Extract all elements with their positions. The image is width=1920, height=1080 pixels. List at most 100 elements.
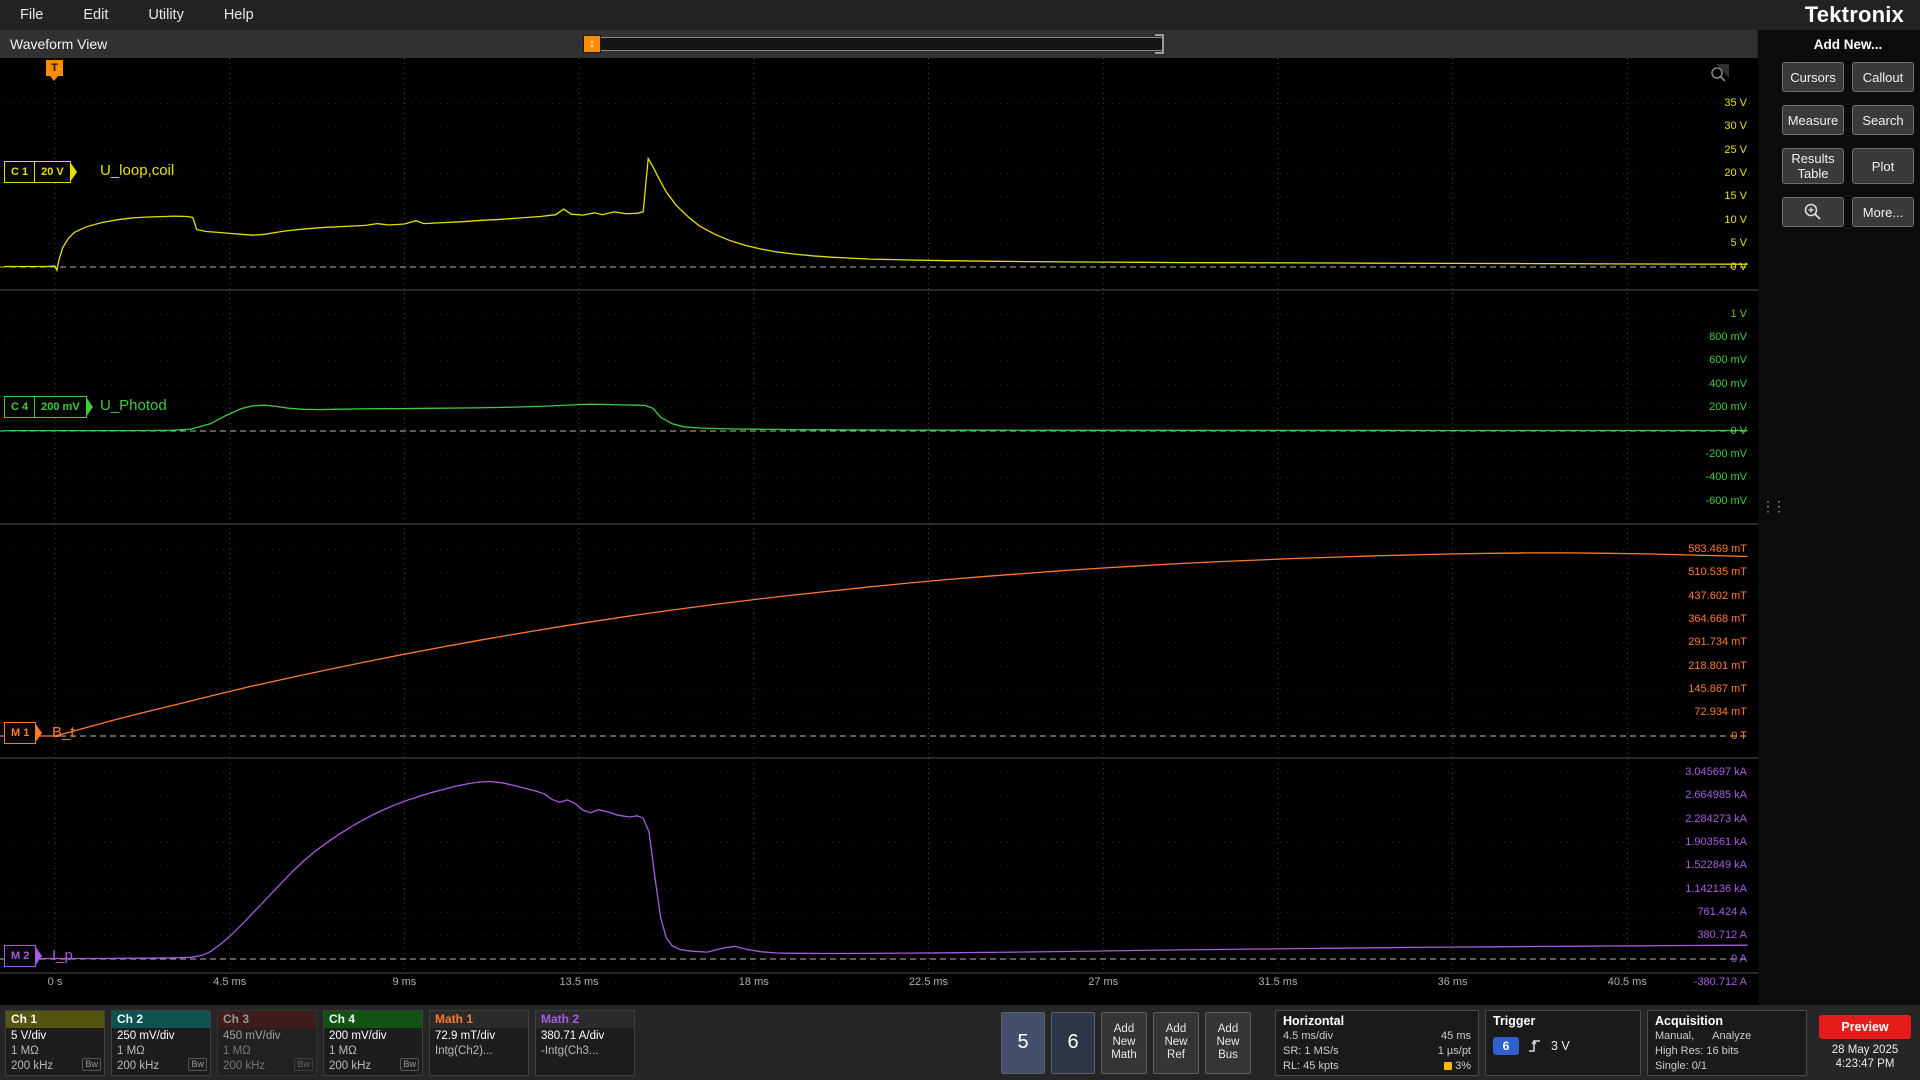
- trace-m1: [4, 552, 1748, 737]
- trace-m2: [4, 780, 1748, 960]
- acquisition-resolution: High Res: 16 bits: [1655, 1044, 1739, 1057]
- drag-handle-icon[interactable]: ⋮⋮: [1761, 498, 1786, 515]
- math-scale: 72.9 mT/div: [435, 1029, 496, 1042]
- time-label: 4:23:47 PM: [1835, 1057, 1895, 1070]
- channel-badge-c1[interactable]: C 1 20 V: [4, 161, 71, 183]
- trigger-position-marker[interactable]: T: [46, 60, 63, 81]
- channel-card-header: Ch 2: [112, 1010, 210, 1028]
- main-area: Waveform View ↕ 35 V 30 V 25 V 20 V 15 V 10 V…: [0, 30, 1920, 1005]
- channel-5-button[interactable]: 5: [1001, 1011, 1045, 1074]
- plot-button[interactable]: Plot: [1852, 148, 1914, 184]
- horizontal-position-icon: [1444, 1061, 1453, 1070]
- menu-bar: File Edit Utility Help Tektronix: [0, 0, 1920, 30]
- math-card-header: Math 1: [430, 1010, 528, 1028]
- trace-c4: [4, 403, 1748, 432]
- bandwidth-limit-icon: Bw: [188, 1057, 207, 1071]
- channel-scale-label: 20 V: [34, 162, 70, 182]
- acquisition-analyze: Analyze: [1712, 1029, 1752, 1042]
- horizontal-title: Horizontal: [1283, 1013, 1345, 1028]
- waveform-view-titlebar: Waveform View ↕: [0, 30, 1757, 59]
- menu-edit[interactable]: Edit: [83, 7, 108, 23]
- zoom-handle-icon[interactable]: ↕: [583, 35, 601, 53]
- sidebar-buttons: Cursors Callout Measure Search Results T…: [1782, 62, 1914, 227]
- add-new-math-button[interactable]: Add New Math: [1101, 1011, 1147, 1074]
- channel-card-header: Ch 3: [218, 1010, 316, 1028]
- channel-scale: 450 mV/div: [223, 1029, 281, 1042]
- cursors-button[interactable]: Cursors: [1782, 62, 1844, 92]
- channel-impedance: 1 MΩ: [11, 1044, 39, 1057]
- math-badge-label: M 2: [11, 950, 30, 962]
- sample-interval: 1 µs/pt: [1437, 1044, 1471, 1057]
- trace-name-math2: I_p: [52, 947, 73, 964]
- channel-badge-label: C 1: [11, 166, 29, 178]
- channel-card-ch1[interactable]: Ch 1 5 V/div 1 MΩ 200 kHz Bw: [5, 1009, 105, 1076]
- acquisition-panel[interactable]: Acquisition Manual, Analyze High Res: 16…: [1647, 1009, 1807, 1076]
- bottom-bar: Ch 1 5 V/div 1 MΩ 200 kHz Bw Ch 2 250 mV…: [0, 1005, 1920, 1080]
- trace-name-c4: U_Photod: [100, 397, 167, 414]
- search-plus-icon: [1804, 203, 1821, 220]
- waveform-chart[interactable]: [0, 58, 1758, 992]
- channel-card-ch2[interactable]: Ch 2 250 mV/div 1 MΩ 200 kHz Bw: [111, 1009, 211, 1076]
- channel-impedance: 1 MΩ: [329, 1044, 357, 1057]
- more-button[interactable]: More...: [1852, 197, 1914, 227]
- channel-badge-label: C 4: [11, 401, 29, 413]
- trigger-panel[interactable]: Trigger 6 3 V: [1485, 1009, 1641, 1076]
- channel-scale: 200 mV/div: [329, 1029, 387, 1042]
- channel-card-ch3[interactable]: Ch 3 450 mV/div 1 MΩ 200 kHz Bw: [217, 1009, 317, 1076]
- bandwidth-limit-icon: Bw: [82, 1057, 101, 1071]
- add-new-bus-button[interactable]: Add New Bus: [1205, 1011, 1251, 1074]
- waveform-view-title: Waveform View: [10, 36, 108, 52]
- math-badge-label: M 1: [11, 727, 30, 739]
- channel-impedance: 1 MΩ: [223, 1044, 251, 1057]
- trigger-level: 3 V: [1551, 1038, 1570, 1053]
- acquisition-title: Acquisition: [1655, 1013, 1724, 1028]
- math1-badge[interactable]: M 1: [4, 722, 37, 744]
- bandwidth-limit-icon: Bw: [400, 1057, 419, 1071]
- math-card-header: Math 2: [536, 1010, 634, 1028]
- preview-block: Preview 28 May 2025 4:23:47 PM: [1815, 1014, 1915, 1071]
- zoom-overview-bar[interactable]: ↕: [583, 34, 1164, 54]
- record-length: RL: 45 kpts: [1283, 1059, 1339, 1072]
- menu-utility[interactable]: Utility: [148, 7, 183, 23]
- tektronix-logo: Tektronix: [1804, 2, 1904, 27]
- menu-file[interactable]: File: [20, 7, 43, 23]
- rising-edge-icon: [1529, 1039, 1540, 1052]
- horizontal-window: 45 ms: [1441, 1029, 1471, 1042]
- add-new-ref-button[interactable]: Add New Ref: [1153, 1011, 1199, 1074]
- math-expression: Intg(Ch2)...: [435, 1044, 493, 1057]
- date-label: 28 May 2025: [1831, 1043, 1899, 1056]
- math-scale: 380.71 A/div: [541, 1029, 605, 1042]
- search-button[interactable]: Search: [1852, 105, 1914, 135]
- channel-card-header: Ch 4: [324, 1010, 422, 1028]
- math-card-math2[interactable]: Math 2 380.71 A/div -Intg(Ch3...: [535, 1009, 635, 1076]
- waveform-plot-area[interactable]: 35 V 30 V 25 V 20 V 15 V 10 V5 V0 V1 V 800 mV 6…: [0, 58, 1758, 1005]
- channel-badge-c4[interactable]: C 4 200 mV: [4, 396, 87, 418]
- acquisition-mode: Manual,: [1655, 1029, 1695, 1042]
- math2-badge[interactable]: M 2: [4, 945, 37, 967]
- panel-divider[interactable]: ⋮⋮: [1758, 30, 1786, 1005]
- zoom-magnifier-icon[interactable]: [1708, 64, 1730, 84]
- channel-impedance: 1 MΩ: [117, 1044, 145, 1057]
- channel-scale-label: 200 mV: [34, 397, 86, 417]
- waveform-view-window: Waveform View ↕ 35 V 30 V 25 V 20 V 15 V 10 V…: [0, 30, 1758, 1005]
- callout-button[interactable]: Callout: [1852, 62, 1914, 92]
- trace-c1: [4, 156, 1748, 273]
- channel-scale: 250 mV/div: [117, 1029, 175, 1042]
- add-new-heading: Add New...: [1813, 37, 1883, 52]
- bandwidth-limit-icon: Bw: [294, 1057, 313, 1071]
- sidebar: Add New... Cursors Callout Measure Searc…: [1776, 30, 1920, 1005]
- horizontal-scale: 4.5 ms/div: [1283, 1029, 1334, 1042]
- position-percent: 3%: [1444, 1059, 1471, 1074]
- results-table-button[interactable]: Results Table: [1782, 148, 1844, 184]
- sample-rate: SR: 1 MS/s: [1283, 1044, 1339, 1057]
- math-card-math1[interactable]: Math 1 72.9 mT/div Intg(Ch2)...: [429, 1009, 529, 1076]
- math-expression: -Intg(Ch3...: [541, 1044, 599, 1057]
- trace-name-math1: B_t: [52, 724, 75, 741]
- preview-button[interactable]: Preview: [1819, 1014, 1911, 1039]
- channel-6-button[interactable]: 6: [1051, 1011, 1095, 1074]
- measure-button[interactable]: Measure: [1782, 105, 1844, 135]
- channel-card-ch4[interactable]: Ch 4 200 mV/div 1 MΩ 200 kHz Bw: [323, 1009, 423, 1076]
- zoom-tool-button[interactable]: [1782, 197, 1844, 227]
- horizontal-panel[interactable]: Horizontal 4.5 ms/div 45 ms SR: 1 MS/s 1…: [1275, 1009, 1479, 1076]
- menu-help[interactable]: Help: [224, 7, 254, 23]
